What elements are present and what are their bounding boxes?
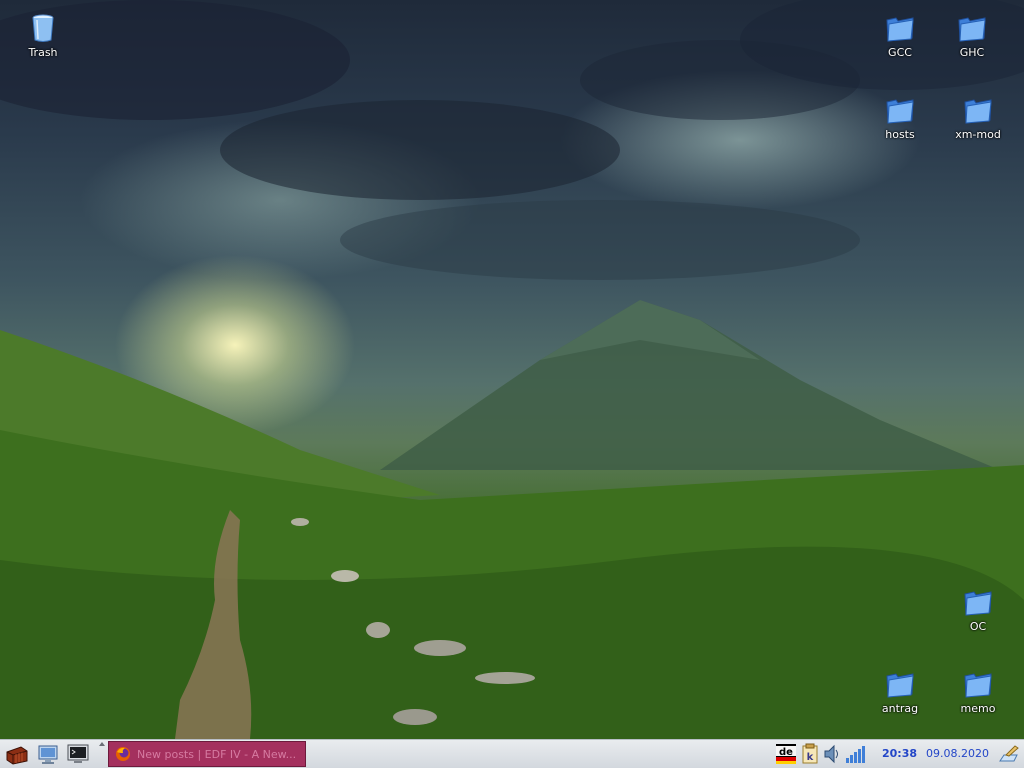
keyboard-layout-icon[interactable]: de: [775, 743, 797, 765]
firefox-icon: [116, 747, 130, 761]
clock-time[interactable]: 20:38: [882, 747, 917, 760]
desktop-icon-antrag[interactable]: antrag: [868, 668, 932, 715]
task-button-firefox[interactable]: New posts | EDF IV - A New...: [108, 741, 306, 767]
desktop-icon-xm-mod[interactable]: xm-mod: [946, 94, 1010, 141]
desktop-icon-memo[interactable]: memo: [946, 668, 1010, 715]
taskbar: New posts | EDF IV - A New... de k 20:38…: [0, 739, 1024, 768]
desktop-icon-trash[interactable]: Trash: [11, 12, 75, 59]
folder-icon: [886, 17, 914, 42]
desktop-icon-label: hosts: [885, 128, 915, 141]
klipper-icon[interactable]: k: [800, 743, 820, 765]
desktop-icon-label: Trash: [28, 46, 58, 59]
folder-icon: [886, 99, 914, 124]
desktop-icon-label: antrag: [881, 702, 919, 715]
desktop-icon-oc[interactable]: OC: [946, 586, 1010, 633]
folder-icon: [958, 17, 986, 42]
desktop-icon-ghc[interactable]: GHC: [940, 12, 1004, 59]
desktop-icon-gcc[interactable]: GCC: [868, 12, 932, 59]
clock-date[interactable]: 09.08.2020: [926, 747, 989, 760]
show-desktop-icon[interactable]: [997, 743, 1021, 765]
folder-icon: [964, 673, 992, 698]
folder-icon: [964, 591, 992, 616]
desktop-icon-label: memo: [960, 702, 996, 715]
start-menu-icon[interactable]: [5, 743, 29, 765]
desktop-icon-label: GCC: [888, 46, 912, 59]
terminal-icon[interactable]: [66, 743, 90, 765]
folder-icon: [886, 673, 914, 698]
svg-text:k: k: [807, 752, 814, 763]
network-icon[interactable]: [844, 743, 866, 765]
folder-icon: [964, 99, 992, 124]
desktop-icon-hosts[interactable]: hosts: [868, 94, 932, 141]
desktop-icon-label: GHC: [959, 46, 985, 59]
keyboard-layout-label: de: [779, 747, 793, 758]
file-manager-icon[interactable]: [37, 743, 61, 765]
desktop-icon-label: xm-mod: [955, 128, 1001, 141]
trash-icon: [32, 14, 54, 42]
chevron-up-icon[interactable]: [98, 741, 106, 747]
task-title: New posts | EDF IV - A New...: [137, 748, 297, 761]
volume-icon[interactable]: [822, 743, 842, 765]
desktop-icon-label: OC: [969, 620, 987, 633]
